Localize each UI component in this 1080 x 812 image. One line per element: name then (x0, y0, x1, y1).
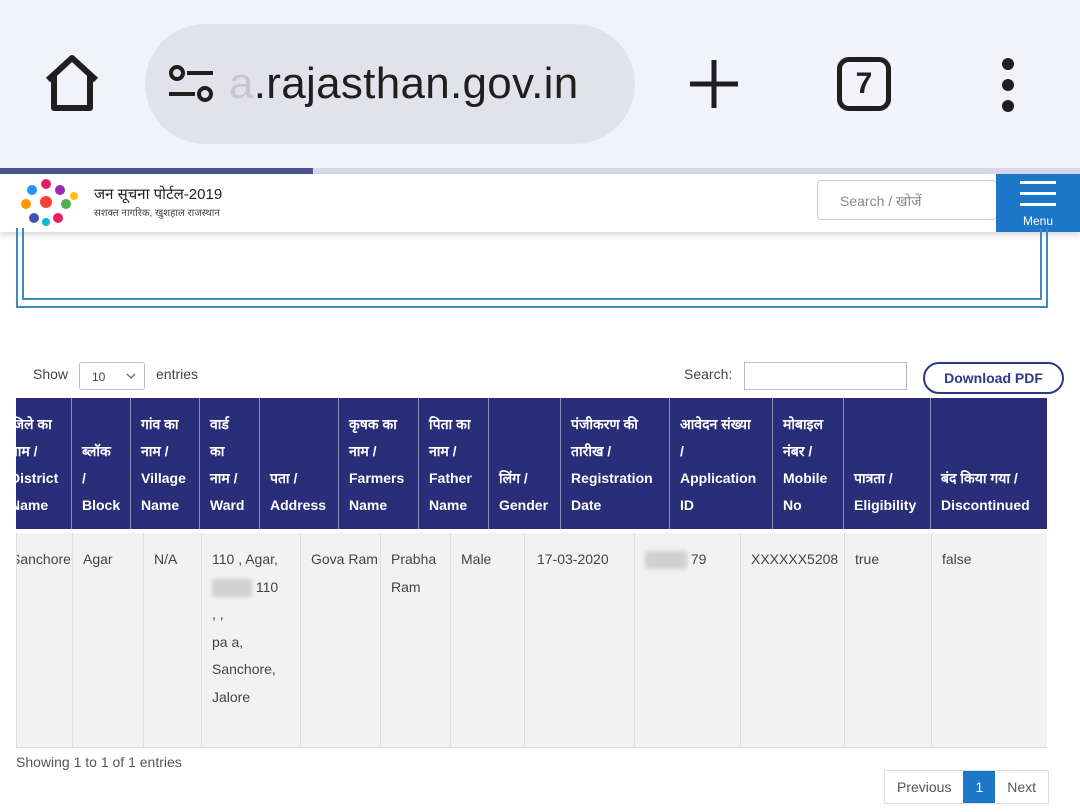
jan-soochna-logo[interactable] (16, 176, 82, 230)
table-search-input[interactable] (744, 362, 907, 390)
menu-label: Menu (1022, 214, 1054, 228)
header-discontinued[interactable]: बंद किया गया / Discontinued (931, 398, 1047, 529)
cell-registration-date: 17-03-2020 (525, 533, 635, 747)
table-header: जिले कानाम /DistrictName ब्लॉक/Block गां… (16, 398, 1047, 529)
entries-select[interactable]: 10 (79, 362, 145, 390)
header-address[interactable]: पता / Address (260, 398, 339, 529)
home-icon[interactable] (42, 52, 102, 114)
address-bar[interactable]: a.rajasthan.gov.in (145, 24, 635, 144)
header-block[interactable]: ब्लॉक / Block (72, 398, 131, 529)
page-1-button[interactable]: 1 (963, 771, 996, 803)
header-registration-date[interactable]: पंजीकरण की तारीख / Registration Date (561, 398, 670, 529)
cell-village: N/A (144, 533, 202, 747)
cell-district: Sanchore (17, 533, 73, 747)
site-tagline: सशक्त नागरिक, खुशहाल राजस्थान (94, 208, 220, 219)
pagination: Previous 1 Next (884, 770, 1050, 804)
previous-button[interactable]: Previous (885, 771, 963, 803)
cell-ward-address: 110 , Agar, 110 , , pa a, Sanchore, Jalo… (202, 533, 301, 747)
site-title: जन सूचना पोर्टल-2019 (94, 186, 223, 203)
site-settings-icon[interactable] (167, 64, 215, 104)
chevron-down-icon (126, 373, 136, 379)
cell-mobile: XXXXXX5208 (741, 533, 845, 747)
cell-farmer: Gova Ram (301, 533, 381, 747)
table-search-label: Search: (684, 366, 733, 382)
new-tab-icon[interactable] (688, 58, 740, 110)
header-gender[interactable]: लिंग / Gender (489, 398, 561, 529)
header-mobile[interactable]: मोबाइल नंबर / Mobile No (773, 398, 844, 529)
header-district[interactable]: जिले कानाम /DistrictName (16, 398, 72, 529)
hamburger-icon (1020, 181, 1056, 206)
header-father[interactable]: पिता का नाम / Father Name (419, 398, 489, 529)
site-search-input[interactable]: Search / खोजें (817, 180, 997, 220)
next-button[interactable]: Next (995, 771, 1048, 803)
download-pdf-button[interactable]: Download PDF (923, 362, 1064, 394)
more-options-icon[interactable] (996, 58, 1020, 112)
header-ward[interactable]: वार्ड का नाम / Ward (200, 398, 260, 529)
tab-switcher-button[interactable]: 7 (837, 57, 891, 111)
entries-select-value: 10 (92, 370, 106, 384)
header-eligibility[interactable]: पात्रता / Eligibility (844, 398, 931, 529)
cell-father: Prabha Ram (381, 533, 451, 747)
menu-button[interactable]: Menu (996, 174, 1080, 232)
header-village[interactable]: गांव का नाम / Village Name (131, 398, 200, 529)
cell-application-id: 79 (635, 533, 741, 747)
cell-block: Agar (73, 533, 144, 747)
url-text: a.rajasthan.gov.in (229, 59, 579, 108)
header-farmer[interactable]: कृषक का नाम / Farmers Name (339, 398, 419, 529)
header-application-id[interactable]: आवेदन संख्या / Application ID (670, 398, 773, 529)
table-row: Sanchore Agar N/A 110 , Agar, 110 , , pa… (16, 533, 1047, 748)
site-header: जन सूचना पोर्टल-2019 सशक्त नागरिक, खुशहा… (0, 174, 1080, 232)
table-info: Showing 1 to 1 of 1 entries (16, 754, 182, 770)
cell-eligibility: true (845, 533, 932, 747)
browser-toolbar: a.rajasthan.gov.in 7 (0, 0, 1080, 170)
entries-label: entries (156, 366, 199, 382)
show-label: Show (33, 366, 69, 382)
cell-discontinued: false (942, 551, 972, 567)
cell-gender: Male (451, 533, 525, 747)
content-frame-inner (22, 228, 1042, 300)
